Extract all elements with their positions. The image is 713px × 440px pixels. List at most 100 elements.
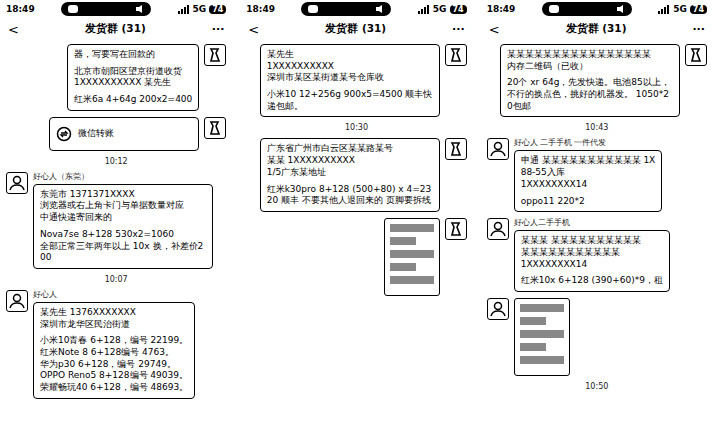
message-list: 某某某某某某某某某某某某某某某某内存二维码（已收）20个 xr 64g，先发快递…: [481, 40, 713, 440]
message-line: 红米10x 6+128 (390+60)*9，租: [521, 275, 663, 287]
message-line: 华为p30 6+128，编号 29749。: [40, 359, 188, 371]
network-label: 5G: [433, 4, 447, 14]
avatar[interactable]: [487, 138, 509, 160]
phone-screen: 18:49 5G 74 < 发货群 (31) ··· 器，写要写在回款的北京市朝…: [0, 0, 232, 440]
message-line: oppo11 220*2: [521, 196, 656, 208]
network-label: 5G: [193, 4, 207, 14]
dynamic-island: [61, 2, 151, 16]
message-bubble[interactable]: 某某某 某某某某某某某某某某某某某某某某某某某某某1XXXXXXXX14红米10…: [514, 230, 670, 292]
sender-name: 好心人（东莞）: [33, 172, 213, 182]
time-stamp: 10:50: [487, 382, 707, 391]
message-list: 某先生1XXXXXXXXXX深圳市某区某街道某号仓库收小米10 12+256g …: [240, 40, 472, 440]
status-right: 5G 74: [658, 4, 707, 14]
phone-screen: 18:49 5G 74 < 发货群 (31) ··· 某某某某某某某某某某某某某…: [481, 0, 713, 440]
message-line: 1XXXXXXXXXX 某先生: [74, 77, 192, 89]
avatar[interactable]: [6, 172, 28, 194]
message-row: 好心人 某先生 1376XXXXXXX深圳市龙华区民治街道小米10青春 6+12…: [6, 290, 226, 399]
message-row: 广东省广州市白云区某某路某号某某 1XXXXXXXXXX1/5广东某地址红米k3…: [246, 138, 466, 211]
message-row: [487, 298, 707, 376]
message-bubble[interactable]: 某某某某某某某某某某某某某某某某内存二维码（已收）20个 xr 64g，先发快递…: [500, 44, 680, 117]
avatar[interactable]: [445, 44, 467, 66]
message-line: 1XXXXXXXX14: [521, 179, 656, 191]
status-bar: 18:49 5G 74: [0, 0, 232, 18]
message-bubble[interactable]: 东莞市 1371371XXXX浏览器或右上角卡门与单据数量对应中通快递寄回来的N…: [33, 184, 213, 269]
status-time: 18:49: [246, 4, 275, 14]
message-line: 小米10青春 6+128，编号 22199。: [40, 335, 188, 347]
avatar[interactable]: [204, 117, 226, 139]
message-line: 红米k30pro 8+128 (500+80) x 4=2320 顺丰 不要其他…: [267, 184, 433, 207]
message-line: 红米Note 8 6+128编号 4763。: [40, 347, 188, 359]
app-icon: [307, 4, 319, 14]
message-line: 浏览器或右上角卡门与单据数量对应: [40, 200, 206, 212]
message-line: OPPO Reno5 8+128编号 49039。: [40, 370, 188, 382]
message-row: 微信转账: [6, 117, 226, 151]
status-bar: 18:49 5G 74: [481, 0, 713, 18]
message-bubble[interactable]: 申通 某某某某某某某某某某某 1X88-55入库1XXXXXXXX14oppo1…: [514, 150, 663, 212]
message-bubble[interactable]: 器，写要写在回款的北京市朝阳区望京街道收货1XXXXXXXXXX 某先生红米6a…: [67, 44, 199, 111]
avatar[interactable]: [487, 298, 509, 320]
message-bubble[interactable]: 某先生1XXXXXXXXXX深圳市某区某街道某号仓库收小米10 12+256g …: [260, 44, 440, 117]
sender-name: 好心人: [33, 290, 195, 300]
message-line: 20个 xr 64g，先发快递。电池85以上，不行的换点色，挑好的机器发。 10…: [507, 77, 673, 112]
app-icon: [67, 4, 79, 14]
message-row: [246, 218, 466, 296]
message-line: 全部正常三年两年以上 10x 换，补差价200: [40, 241, 206, 264]
message-row: 好心人 二手手机 一件代发 申通 某某某某某某某某某某某 1X88-55入库1X…: [487, 138, 707, 212]
back-button[interactable]: <: [489, 22, 500, 37]
message-line: 广东省广州市白云区某某路某号: [267, 143, 433, 155]
app-icon: [548, 4, 560, 14]
avatar[interactable]: [445, 218, 467, 240]
avatar[interactable]: [445, 138, 467, 160]
person-avatar-icon: [489, 140, 507, 158]
more-button[interactable]: ···: [452, 23, 465, 36]
time-stamp: 10:43: [487, 123, 707, 132]
link-card[interactable]: 微信转账: [49, 117, 199, 151]
back-button[interactable]: <: [248, 22, 259, 37]
message-line: 东莞市 1371371XXXX: [40, 189, 206, 201]
person-avatar-icon: [489, 220, 507, 238]
bag-avatar-icon: [447, 140, 465, 158]
message-line: 某某某 某某某某某某某某某某: [521, 235, 663, 247]
person-avatar-icon: [8, 174, 26, 192]
chat-header: < 发货群 (31) ···: [481, 18, 713, 40]
avatar[interactable]: [487, 218, 509, 240]
message-bubble[interactable]: 广东省广州市白云区某某路某号某某 1XXXXXXXXXX1/5广东某地址红米k3…: [260, 138, 440, 211]
more-button[interactable]: ···: [692, 23, 705, 36]
message-line: 器，写要写在回款的: [74, 49, 192, 61]
message-line: 某先生: [267, 49, 433, 61]
bag-avatar-icon: [687, 46, 705, 64]
message-list: 器，写要写在回款的北京市朝阳区望京街道收货1XXXXXXXXXX 某先生红米6a…: [0, 40, 232, 440]
status-time: 18:49: [6, 4, 35, 14]
message-line: 北京市朝阳区望京街道收货: [74, 66, 192, 78]
status-bar: 18:49 5G 74: [240, 0, 472, 18]
image-thumbnail[interactable]: [514, 298, 570, 376]
dynamic-island: [301, 2, 391, 16]
avatar[interactable]: [685, 44, 707, 66]
message-row: 某先生1XXXXXXXXXX深圳市某区某街道某号仓库收小米10 12+256g …: [246, 44, 466, 117]
time-stamp: 10:12: [6, 157, 226, 166]
message-line: 小米10 12+256g 900x5=4500 顺丰快递包邮。: [267, 89, 433, 112]
message-line: 1XXXXXXXX14: [521, 259, 663, 271]
status-right: 5G 74: [418, 4, 467, 14]
bag-avatar-icon: [206, 46, 224, 64]
message-bubble[interactable]: 某先生 1376XXXXXXX深圳市龙华区民治街道小米10青春 6+128，编号…: [33, 302, 195, 399]
signal-icon: [178, 5, 190, 14]
status-time: 18:49: [487, 4, 516, 14]
message-line: 内存二维码（已收）: [507, 61, 673, 73]
screenshot-collage: 18:49 5G 74 < 发货群 (31) ··· 器，写要写在回款的北京市朝…: [0, 0, 713, 440]
avatar[interactable]: [204, 44, 226, 66]
avatar[interactable]: [6, 290, 28, 312]
message-line: 荣耀畅玩40 6+128，编号 48693。: [40, 382, 188, 394]
back-button[interactable]: <: [8, 22, 19, 37]
message-line: 1/5广东某地址: [267, 167, 433, 179]
message-line: 申通 某某某某某某某某某某某 1X: [521, 155, 656, 167]
person-avatar-icon: [8, 292, 26, 310]
message-row: 器，写要写在回款的北京市朝阳区望京街道收货1XXXXXXXXXX 某先生红米6a…: [6, 44, 226, 111]
message-line: 深圳市龙华区民治街道: [40, 319, 188, 331]
battery-level: 74: [209, 5, 226, 14]
sender-name: 好心人 二手手机 一件代发: [514, 138, 663, 148]
more-button[interactable]: ···: [212, 23, 225, 36]
message-row: 好心人二手手机 某某某 某某某某某某某某某某某某某某某某某某某某某1XXXXXX…: [487, 218, 707, 292]
image-thumbnail[interactable]: [384, 218, 440, 296]
bag-avatar-icon: [447, 46, 465, 64]
